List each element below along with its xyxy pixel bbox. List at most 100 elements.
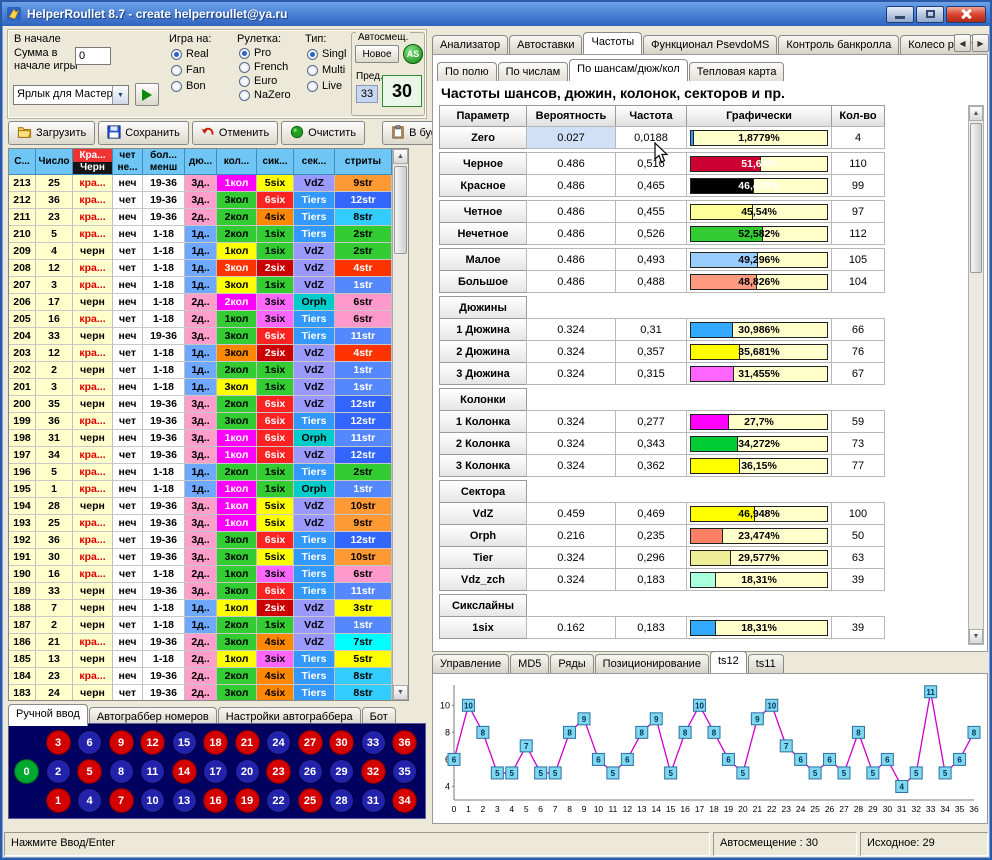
spin-cell[interactable]: 208	[9, 260, 36, 277]
spin-cell[interactable]: неч	[113, 634, 143, 651]
spin-cell[interactable]: 184	[9, 668, 36, 685]
freq-frequency[interactable]: 0,183	[615, 616, 687, 639]
section-row[interactable]: Колонки	[439, 388, 889, 411]
freq-probability[interactable]: 0.486	[526, 174, 616, 197]
freq-row[interactable]: 3 Колонка0.3240,36236,15%77	[439, 454, 889, 477]
spin-cell[interactable]: 1-18	[143, 651, 185, 668]
freq-header-Частота[interactable]: Частота	[615, 105, 687, 127]
spin-cell[interactable]: 6six	[257, 430, 294, 447]
spin-cell[interactable]: 185	[9, 651, 36, 668]
table-row[interactable]: 18513черннеч1-182д..1кол3sixTiers5str	[9, 651, 392, 668]
spin-cell[interactable]: 191	[9, 549, 36, 566]
table-row[interactable]: 20312кра...чет1-181д..3кол2sixVdZ4str	[9, 345, 392, 362]
spin-cell[interactable]: 2six	[257, 345, 294, 362]
spin-cell[interactable]: 4str	[335, 260, 392, 277]
spin-cell[interactable]: 1six	[257, 277, 294, 294]
spin-cell[interactable]: 35	[36, 396, 73, 413]
freq-count[interactable]: 4	[831, 126, 885, 149]
spin-cell[interactable]: VdZ	[294, 447, 335, 464]
table-row[interactable]: 2073кра...неч1-181д..3кол1sixVdZ1str	[9, 277, 392, 294]
spin-cell[interactable]: Tiers	[294, 413, 335, 430]
spin-cell[interactable]: 19-36	[143, 430, 185, 447]
table-row[interactable]: 20617черннеч1-182д..2кол3sixOrph6str	[9, 294, 392, 311]
table-row[interactable]: 20516кра...чет1-182д..1кол3sixTiers6str	[9, 311, 392, 328]
radio-wheel-Pro[interactable]: Pro	[239, 47, 291, 59]
freq-probability[interactable]: 0.324	[526, 340, 616, 363]
spin-cell[interactable]: 6str	[335, 566, 392, 583]
spin-cell[interactable]: чет	[113, 260, 143, 277]
spin-cell[interactable]: чет	[113, 362, 143, 379]
freq-frequency[interactable]: 0,296	[615, 546, 687, 569]
number-4[interactable]: 4	[77, 788, 102, 813]
freq-row[interactable]: Tier0.3240,29629,577%63	[439, 546, 889, 569]
freq-frequency[interactable]: 0,362	[615, 454, 687, 477]
freq-bar-cell[interactable]: 46,948%	[686, 502, 832, 525]
new-autoshift-button[interactable]: Новое	[355, 45, 399, 63]
spin-cell[interactable]: 3кол	[217, 379, 257, 396]
spin-cell[interactable]: VdZ	[294, 243, 335, 260]
spin-cell[interactable]: 10str	[335, 498, 392, 515]
spin-cell[interactable]: 19-36	[143, 396, 185, 413]
freq-param[interactable]: VdZ	[439, 502, 527, 525]
spin-cell[interactable]: 1-18	[143, 379, 185, 396]
spin-cell[interactable]: неч	[113, 583, 143, 600]
spin-cell[interactable]: 19-36	[143, 634, 185, 651]
scrollbar-thumb[interactable]	[970, 123, 982, 273]
spin-cell[interactable]: кра...	[73, 668, 113, 685]
spin-cell[interactable]: 1кол	[217, 515, 257, 532]
spin-cell[interactable]: 2str	[335, 226, 392, 243]
spin-cell[interactable]: Tiers	[294, 226, 335, 243]
spin-cell[interactable]: черн	[73, 600, 113, 617]
freq-param[interactable]: Четное	[439, 200, 527, 223]
spin-cell[interactable]: чет	[113, 345, 143, 362]
spin-cell[interactable]: 16	[36, 566, 73, 583]
table-row[interactable]: 19428чернчет19-363д..1кол5sixVdZ10str	[9, 498, 392, 515]
spin-cell[interactable]: чет	[113, 498, 143, 515]
spin-cell[interactable]: 3кол	[217, 685, 257, 701]
spin-cell[interactable]: чет	[113, 685, 143, 701]
spin-cell[interactable]: 1д..	[185, 481, 217, 498]
number-20[interactable]: 20	[235, 759, 260, 784]
number-28[interactable]: 28	[329, 788, 354, 813]
spin-cell[interactable]: черн	[73, 243, 113, 260]
spin-cell[interactable]: 19-36	[143, 447, 185, 464]
spin-cell[interactable]: 1кол	[217, 447, 257, 464]
spin-cell[interactable]: 187	[9, 617, 36, 634]
spin-cell[interactable]: кра...	[73, 192, 113, 209]
spin-cell[interactable]: Tiers	[294, 209, 335, 226]
spin-cell[interactable]: кра...	[73, 464, 113, 481]
spin-cell[interactable]: 31	[36, 430, 73, 447]
freq-row[interactable]: Vdz_zch0.3240,18318,31%39	[439, 568, 889, 591]
spin-cell[interactable]: черн	[73, 651, 113, 668]
spin-cell[interactable]: 16	[36, 311, 73, 328]
as-badge[interactable]: AS	[403, 44, 423, 64]
toolbar-button-Отменить[interactable]: Отменить	[192, 121, 278, 145]
spin-cell[interactable]: 2кол	[217, 396, 257, 413]
spin-cell[interactable]: VdZ	[294, 396, 335, 413]
number-1[interactable]: 1	[46, 788, 71, 813]
tab-ts12[interactable]: ts12	[710, 651, 747, 673]
freq-row[interactable]: Черное0.4860,51651,64%110	[439, 152, 889, 175]
titlebar[interactable]: HelperRoullet 8.7 - create helperroullet…	[2, 2, 990, 26]
tab-Частоты[interactable]: Частоты	[583, 32, 642, 54]
spin-cell[interactable]: Tiers	[294, 311, 335, 328]
freq-param[interactable]: Колонки	[439, 388, 527, 411]
freq-bar-cell[interactable]: 46,479%	[686, 174, 832, 197]
freq-row[interactable]: Нечетное0.4860,52652,582%112	[439, 222, 889, 245]
number-13[interactable]: 13	[172, 788, 197, 813]
radio-game-Fan[interactable]: Fan	[171, 64, 209, 76]
spin-cell[interactable]: 1-18	[143, 617, 185, 634]
spin-cell[interactable]: 1-18	[143, 311, 185, 328]
freq-count[interactable]: 39	[831, 616, 885, 639]
spin-cell[interactable]: 2кол	[217, 617, 257, 634]
table-row[interactable]: 21236кра...чет19-363д..3кол6sixTiers12st…	[9, 192, 392, 209]
freq-bar-cell[interactable]: 36,15%	[686, 454, 832, 477]
freq-row[interactable]: Orph0.2160,23523,474%50	[439, 524, 889, 547]
number-22[interactable]: 22	[266, 788, 291, 813]
spin-cell[interactable]: 1д..	[185, 277, 217, 294]
spin-cell[interactable]: 3str	[335, 600, 392, 617]
freq-frequency[interactable]: 0,455	[615, 200, 687, 223]
tab-Контроль банкролла[interactable]: Контроль банкролла	[778, 35, 899, 54]
freq-count[interactable]: 99	[831, 174, 885, 197]
freq-frequency[interactable]: 0,235	[615, 524, 687, 547]
